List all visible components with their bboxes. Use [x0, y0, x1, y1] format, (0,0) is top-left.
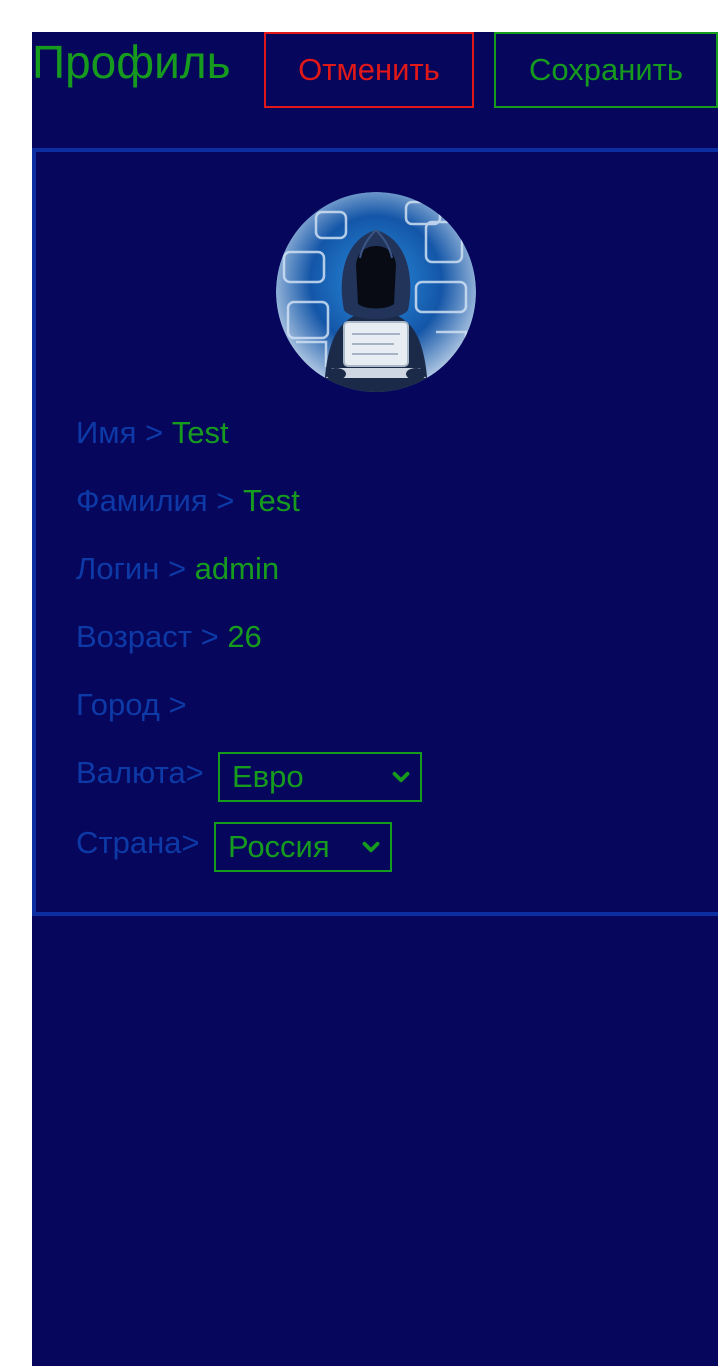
cancel-button[interactable]: Отменить: [264, 32, 474, 108]
top-margin: [0, 0, 718, 32]
chevron-down-icon: [362, 841, 380, 853]
field-currency-label: Валюта>: [76, 755, 204, 791]
field-last-name: Фамилия > Test: [76, 483, 300, 519]
field-label: Валюта>: [76, 755, 204, 790]
country-select[interactable]: Россия: [214, 822, 392, 872]
save-button[interactable]: Сохранить: [494, 32, 718, 108]
field-label: Возраст >: [76, 619, 219, 654]
field-label: Страна>: [76, 825, 200, 860]
field-value: Test: [171, 415, 229, 450]
country-selected-value: Россия: [228, 829, 330, 864]
page-title: Профиль: [32, 36, 231, 88]
left-margin: [0, 0, 32, 1366]
currency-select[interactable]: Евро: [218, 752, 422, 802]
field-label: Логин >: [76, 551, 187, 586]
field-value: 26: [227, 619, 262, 654]
hooded-hacker-avatar-icon: [276, 192, 476, 392]
avatar: [276, 192, 476, 392]
field-label: Город >: [76, 687, 187, 722]
field-value: admin: [194, 551, 280, 586]
chevron-down-icon: [392, 771, 410, 783]
field-label: Фамилия >: [76, 483, 235, 518]
field-label: Имя >: [76, 415, 164, 450]
currency-selected-value: Евро: [232, 759, 304, 794]
field-login: Логин > admin: [76, 551, 279, 587]
field-age: Возраст > 26: [76, 619, 262, 655]
field-city: Город >: [76, 687, 187, 723]
field-value: Test: [242, 483, 300, 518]
field-first-name: Имя > Test: [76, 415, 229, 451]
field-country-label: Страна>: [76, 825, 200, 861]
